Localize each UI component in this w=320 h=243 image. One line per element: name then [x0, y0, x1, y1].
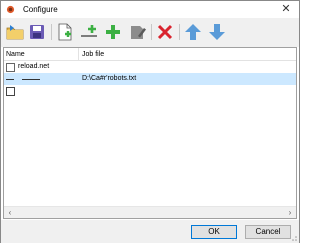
open-folder-icon[interactable]	[5, 22, 25, 42]
toolbar	[1, 18, 299, 47]
title-bar: Configure ✕	[1, 1, 299, 18]
resize-grip-icon[interactable]	[289, 233, 297, 241]
edit-item-icon[interactable]	[127, 22, 147, 42]
close-button[interactable]: ✕	[275, 3, 297, 16]
app-icon	[6, 5, 15, 14]
move-down-icon[interactable]	[207, 22, 227, 42]
add-separator-icon[interactable]	[79, 22, 99, 42]
move-up-icon[interactable]	[183, 22, 203, 42]
toolbar-separator	[179, 24, 180, 40]
row-name-underline	[6, 79, 14, 80]
jobs-grid[interactable]: Name Job file reload.net D:\Ca#r'robots.…	[3, 47, 297, 219]
row-name: reload.net	[18, 63, 50, 70]
scroll-left-icon[interactable]: ‹	[4, 207, 16, 219]
row-checkbox[interactable]	[6, 87, 15, 96]
row-job-file: D:\Ca#r'robots.txt	[82, 75, 137, 82]
new-document-icon[interactable]	[55, 22, 75, 42]
scroll-right-icon[interactable]: ›	[284, 207, 296, 219]
row-checkbox[interactable]	[6, 63, 15, 72]
cancel-button[interactable]: Cancel	[245, 225, 291, 239]
horizontal-scrollbar[interactable]: ‹ ›	[4, 206, 296, 218]
table-row[interactable]	[4, 85, 296, 97]
toolbar-separator	[151, 24, 152, 40]
table-row[interactable]: reload.net	[4, 61, 296, 73]
table-row[interactable]: D:\Ca#r'robots.txt	[4, 73, 296, 85]
grid-header: Name Job file	[4, 48, 296, 61]
window-title: Configure	[23, 5, 58, 14]
add-item-icon[interactable]	[103, 22, 123, 42]
delete-icon[interactable]	[155, 22, 175, 42]
toolbar-separator	[51, 24, 52, 40]
dialog-footer: OK Cancel	[1, 220, 299, 243]
save-disk-icon[interactable]	[27, 22, 47, 42]
row-name-underline	[22, 79, 40, 80]
column-header-job-file[interactable]: Job file	[82, 51, 104, 58]
column-header-name[interactable]: Name	[6, 51, 25, 58]
configure-window: Configure ✕ Name Job file reload.net D:\…	[0, 0, 300, 243]
column-divider[interactable]	[78, 48, 79, 60]
ok-button[interactable]: OK	[191, 225, 237, 239]
